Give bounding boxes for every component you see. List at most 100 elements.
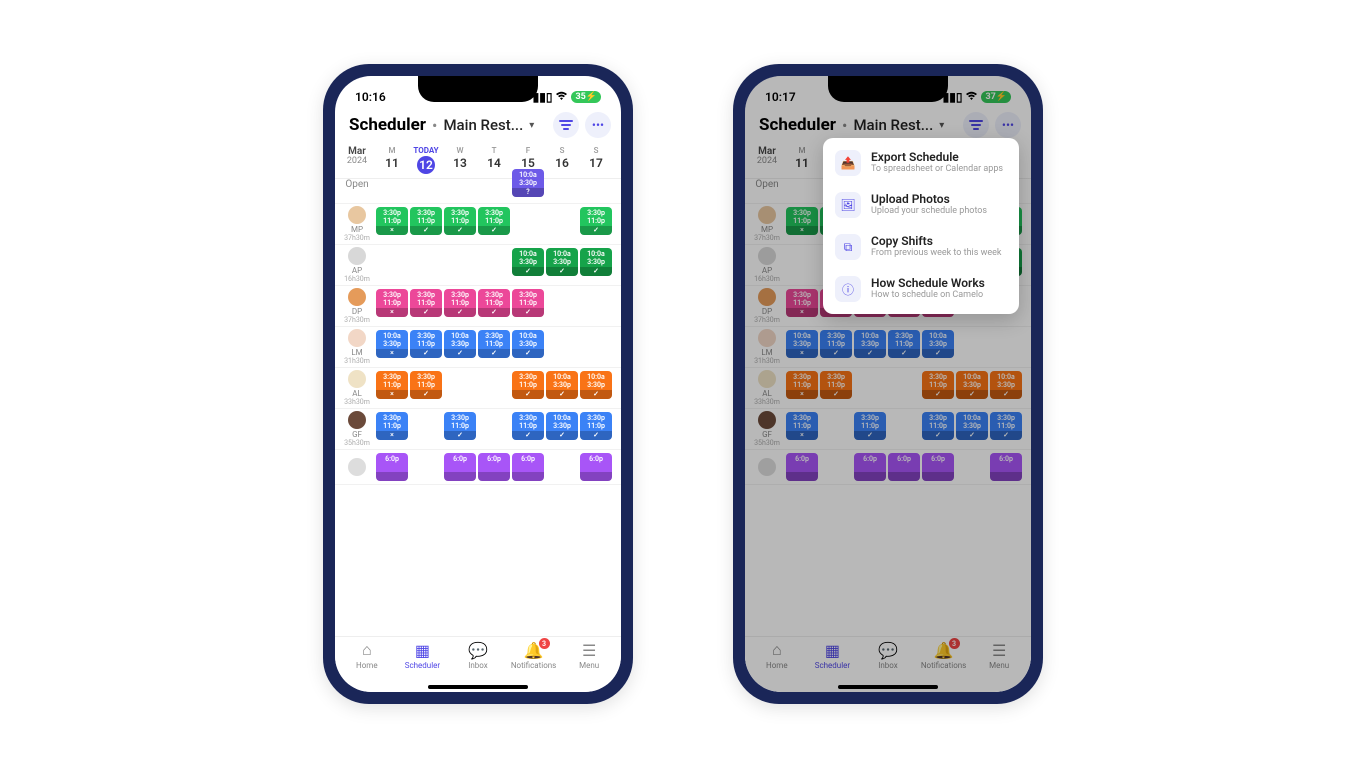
schedule-cell[interactable]: [477, 411, 511, 447]
schedule-cell[interactable]: 3:30p11:0p✓: [443, 411, 477, 447]
shift-block[interactable]: 6:0p: [478, 453, 510, 481]
avatar[interactable]: [348, 247, 366, 265]
filter-button[interactable]: [553, 112, 579, 138]
schedule-cell[interactable]: 3:30p11:0p×: [375, 411, 409, 447]
avatar[interactable]: [348, 288, 366, 306]
avatar[interactable]: [348, 329, 366, 347]
schedule-cell[interactable]: [579, 288, 613, 324]
schedule-cell[interactable]: [443, 370, 477, 406]
schedule-cell[interactable]: 3:30p11:0p✓: [409, 288, 443, 324]
shift-block[interactable]: 10:0a3:30p✓: [546, 412, 578, 440]
shift-block[interactable]: 3:30p11:0p×: [376, 371, 408, 399]
schedule-cell[interactable]: [477, 370, 511, 406]
shift-block[interactable]: 3:30p11:0p×: [376, 289, 408, 317]
schedule-grid[interactable]: Open10:0a3:30p?MP37h30m3:30p11:0p×3:30p1…: [335, 166, 621, 636]
tab-inbox[interactable]: 💬Inbox: [451, 641, 505, 682]
shift-block[interactable]: 6:0p: [512, 453, 544, 481]
schedule-cell[interactable]: 6:0p: [443, 452, 477, 482]
schedule-cell[interactable]: [409, 247, 443, 283]
schedule-cell[interactable]: [409, 452, 443, 482]
schedule-cell[interactable]: [579, 329, 613, 365]
schedule-cell[interactable]: 3:30p11:0p✓: [409, 206, 443, 242]
chevron-down-icon[interactable]: ▾: [529, 120, 534, 131]
shift-block[interactable]: 3:30p11:0p✓: [444, 207, 476, 235]
schedule-cell[interactable]: 10:0a3:30p✓: [443, 329, 477, 365]
schedule-cell[interactable]: 10:0a3:30p✓: [511, 247, 545, 283]
schedule-cell[interactable]: 3:30p11:0p✓: [443, 206, 477, 242]
schedule-cell[interactable]: 3:30p11:0p×: [375, 370, 409, 406]
shift-block[interactable]: 10:0a3:30p✓: [512, 248, 544, 276]
schedule-cell[interactable]: 10:0a3:30p✓: [545, 411, 579, 447]
shift-block[interactable]: 3:30p11:0p✓: [580, 207, 612, 235]
shift-block[interactable]: 3:30p11:0p✓: [478, 330, 510, 358]
schedule-cell[interactable]: 3:30p11:0p✓: [477, 206, 511, 242]
schedule-cell[interactable]: 3:30p11:0p×: [375, 206, 409, 242]
schedule-cell[interactable]: 3:30p11:0p✓: [409, 370, 443, 406]
shift-block[interactable]: 3:30p11:0p×: [376, 412, 408, 440]
shift-block[interactable]: 3:30p11:0p✓: [410, 289, 442, 317]
avatar[interactable]: [348, 411, 366, 429]
shift-block[interactable]: 3:30p11:0p✓: [444, 289, 476, 317]
schedule-cell[interactable]: 10:0a3:30p✓: [579, 370, 613, 406]
schedule-cell[interactable]: [545, 329, 579, 365]
shift-block[interactable]: 6:0p: [580, 453, 612, 481]
shift-block[interactable]: 10:0a3:30p?: [512, 169, 544, 197]
shift-block[interactable]: 6:0p: [376, 453, 408, 481]
schedule-cell[interactable]: 3:30p11:0p✓: [477, 288, 511, 324]
more-button[interactable]: •••: [585, 112, 611, 138]
schedule-cell[interactable]: 10:0a3:30p×: [375, 329, 409, 365]
shift-block[interactable]: 3:30p11:0p✓: [512, 289, 544, 317]
schedule-cell[interactable]: 3:30p11:0p✓: [511, 411, 545, 447]
schedule-cell[interactable]: 10:0a3:30p✓: [511, 329, 545, 365]
menu-item[interactable]: ⧉Copy ShiftsFrom previous week to this w…: [823, 226, 1019, 268]
schedule-cell[interactable]: [545, 452, 579, 482]
shift-block[interactable]: 3:30p11:0p✓: [478, 207, 510, 235]
shift-block[interactable]: 10:0a3:30p✓: [580, 248, 612, 276]
menu-item[interactable]: 🖼Upload PhotosUpload your schedule photo…: [823, 184, 1019, 226]
schedule-cell[interactable]: 6:0p: [477, 452, 511, 482]
schedule-cell[interactable]: 10:0a3:30p✓: [579, 247, 613, 283]
shift-block[interactable]: 10:0a3:30p✓: [444, 330, 476, 358]
avatar[interactable]: [348, 206, 366, 224]
schedule-cell[interactable]: 3:30p11:0p✓: [579, 411, 613, 447]
schedule-cell[interactable]: 3:30p11:0p✓: [443, 288, 477, 324]
shift-block[interactable]: 3:30p11:0p✓: [580, 412, 612, 440]
shift-block[interactable]: 10:0a3:30p✓: [546, 248, 578, 276]
menu-item[interactable]: ⓘHow Schedule WorksHow to schedule on Ca…: [823, 268, 1019, 310]
schedule-cell[interactable]: [443, 247, 477, 283]
schedule-cell[interactable]: [477, 247, 511, 283]
schedule-cell[interactable]: 3:30p11:0p✓: [409, 329, 443, 365]
tab-home[interactable]: ⌂Home: [340, 641, 394, 682]
schedule-cell[interactable]: 10:0a3:30p✓: [545, 247, 579, 283]
schedule-cell[interactable]: 3:30p11:0p✓: [477, 329, 511, 365]
schedule-cell[interactable]: 3:30p11:0p✓: [511, 288, 545, 324]
schedule-cell[interactable]: [375, 247, 409, 283]
location-selector[interactable]: Main Rest...: [443, 116, 523, 134]
schedule-cell[interactable]: 6:0p: [375, 452, 409, 482]
shift-block[interactable]: 3:30p11:0p×: [376, 207, 408, 235]
shift-block[interactable]: 3:30p11:0p✓: [410, 207, 442, 235]
menu-item[interactable]: 📤Export ScheduleTo spreadsheet or Calend…: [823, 142, 1019, 184]
shift-block[interactable]: 10:0a3:30p×: [376, 330, 408, 358]
shift-block[interactable]: 3:30p11:0p✓: [512, 412, 544, 440]
schedule-cell[interactable]: [511, 206, 545, 242]
shift-block[interactable]: 3:30p11:0p✓: [512, 371, 544, 399]
schedule-cell[interactable]: [409, 411, 443, 447]
schedule-cell[interactable]: [545, 206, 579, 242]
avatar[interactable]: [348, 370, 366, 388]
schedule-cell[interactable]: 3:30p11:0p×: [375, 288, 409, 324]
schedule-cell[interactable]: [545, 288, 579, 324]
shift-block[interactable]: 10:0a3:30p✓: [580, 371, 612, 399]
shift-block[interactable]: 3:30p11:0p✓: [478, 289, 510, 317]
schedule-cell[interactable]: 10:0a3:30p✓: [545, 370, 579, 406]
tab-notifications[interactable]: 🔔3Notifications: [507, 641, 561, 682]
shift-block[interactable]: 3:30p11:0p✓: [410, 330, 442, 358]
shift-block[interactable]: 10:0a3:30p✓: [512, 330, 544, 358]
schedule-cell[interactable]: 6:0p: [511, 452, 545, 482]
shift-block[interactable]: 10:0a3:30p✓: [546, 371, 578, 399]
shift-block[interactable]: 3:30p11:0p✓: [410, 371, 442, 399]
schedule-cell[interactable]: 3:30p11:0p✓: [579, 206, 613, 242]
tab-scheduler[interactable]: ▦Scheduler: [395, 641, 449, 682]
schedule-cell[interactable]: 6:0p: [579, 452, 613, 482]
schedule-cell[interactable]: 3:30p11:0p✓: [511, 370, 545, 406]
